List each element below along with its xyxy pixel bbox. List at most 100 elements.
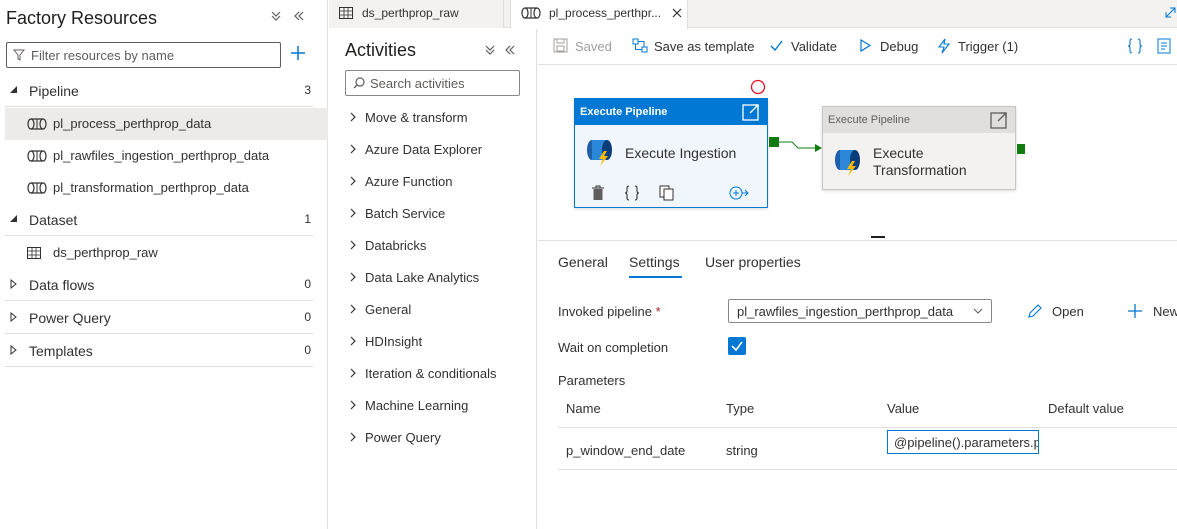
tab-user-properties[interactable]: User properties <box>705 254 801 270</box>
pipeline-toolbar: Saved Save as template Validate Debug Tr… <box>538 29 1177 65</box>
tab-label: pl_process_perthpr... <box>549 6 662 20</box>
copy-icon[interactable] <box>659 185 674 201</box>
checkmark-icon <box>769 38 784 53</box>
tab-settings[interactable]: Settings <box>629 254 680 270</box>
column-header-default-value: Default value <box>1048 401 1124 416</box>
resource-label: ds_perthprop_raw <box>53 245 158 260</box>
invoked-pipeline-dropdown[interactable]: pl_rawfiles_ingestion_perthprop_data <box>728 299 992 323</box>
activity-name-line1: Execute <box>873 145 924 161</box>
resize-handle[interactable] <box>871 236 885 238</box>
code-braces-icon[interactable] <box>1127 38 1143 54</box>
activity-node-execute-transformation[interactable]: Execute Pipeline Execute Transformation <box>822 106 1016 190</box>
code-braces-icon[interactable] <box>624 185 640 201</box>
close-tab-icon[interactable] <box>672 8 682 18</box>
chevron-right-icon <box>349 175 357 187</box>
saved-button[interactable]: Saved <box>553 29 628 63</box>
invoked-pipeline-label: Invoked pipeline * <box>558 304 661 319</box>
add-resource-icon[interactable] <box>289 44 307 62</box>
minimize-pane-icon[interactable] <box>293 10 305 22</box>
minimize-pane-icon[interactable] <box>504 44 516 56</box>
validate-button[interactable]: Validate <box>769 29 844 63</box>
section-pipeline[interactable]: Pipeline 3 <box>5 75 313 107</box>
activity-group-label: Azure Function <box>365 174 453 189</box>
activity-group-label: Azure Data Explorer <box>365 142 483 157</box>
chevron-right-icon <box>349 431 357 443</box>
activity-name: Execute Ingestion <box>625 145 737 161</box>
pipeline-icon <box>27 150 47 162</box>
pipeline-icon <box>27 118 47 130</box>
resource-item-pipeline[interactable]: pl_transformation_perthprop_data <box>5 172 328 204</box>
open-pipeline-button[interactable]: Open <box>1027 302 1087 322</box>
resource-label: pl_process_perthprop_data <box>53 116 212 131</box>
parameters-table-header: Name Type Value Default value <box>558 390 1177 428</box>
save-as-template-button[interactable]: Save as template <box>632 29 757 63</box>
section-dataset[interactable]: Dataset 1 <box>5 204 313 236</box>
chevron-right-icon <box>349 367 357 379</box>
search-icon <box>353 77 365 89</box>
trigger-button[interactable]: Trigger (1) <box>936 29 1026 63</box>
activity-group[interactable]: Data Lake Analytics <box>345 264 531 292</box>
resource-item-dataset[interactable]: ds_perthprop_raw <box>5 237 328 269</box>
activity-group[interactable]: Power Query <box>345 424 531 452</box>
activity-group[interactable]: Machine Learning <box>345 392 531 420</box>
caret-expanded-icon <box>9 214 19 224</box>
open-external-icon[interactable] <box>742 103 760 121</box>
debug-button[interactable]: Debug <box>858 29 928 63</box>
activity-group[interactable]: General <box>345 296 531 324</box>
activity-group-label: Databricks <box>365 238 427 253</box>
tab-general[interactable]: General <box>558 254 608 270</box>
collapse-all-icon[interactable] <box>270 10 282 22</box>
tab-pl-process[interactable]: pl_process_perthpr... <box>510 0 688 29</box>
section-data-flows[interactable]: Data flows 0 <box>5 269 313 301</box>
activity-group[interactable]: Azure Function <box>345 168 531 196</box>
invoked-pipeline-label-text: Invoked pipeline <box>558 304 652 319</box>
filter-resources-input[interactable]: Filter resources by name <box>6 42 281 68</box>
activity-group[interactable]: Move & transform <box>345 104 531 132</box>
activity-group[interactable]: Azure Data Explorer <box>345 136 531 164</box>
chevron-right-icon <box>349 303 357 315</box>
parameter-value-input[interactable]: @pipeline().parameters.p_ <box>887 430 1039 454</box>
activity-group-label: Iteration & conditionals <box>365 366 497 381</box>
tab-ds-perthprop-raw[interactable]: ds_perthprop_raw <box>329 0 504 28</box>
filter-placeholder: Filter resources by name <box>31 48 175 63</box>
section-label: Power Query <box>29 310 111 326</box>
expand-icon[interactable] <box>1165 7 1176 18</box>
activity-type-label: Execute Pipeline <box>580 106 668 118</box>
pipeline-canvas[interactable]: Execute Pipeline Execute Ingestion Execu… <box>538 66 1177 239</box>
activities-pane: Activities Search activities Move & tran… <box>329 29 537 529</box>
wait-on-completion-checkbox[interactable] <box>728 337 746 355</box>
table-row[interactable]: p_window_end_date string <box>558 428 1177 470</box>
section-label: Dataset <box>29 212 78 228</box>
parameter-type: string <box>726 443 758 458</box>
caret-collapsed-icon <box>9 345 19 355</box>
activity-group[interactable]: Iteration & conditionals <box>345 360 531 388</box>
editor-tab-bar: ds_perthprop_raw pl_process_perthpr... <box>329 0 1177 29</box>
debug-label: Debug <box>880 39 919 54</box>
success-output-handle[interactable] <box>1017 144 1025 154</box>
search-activities-input[interactable]: Search activities <box>345 70 520 96</box>
open-external-icon[interactable] <box>990 111 1008 129</box>
table-icon <box>27 247 41 259</box>
section-power-query[interactable]: Power Query 0 <box>5 302 313 334</box>
caret-expanded-icon <box>9 85 19 95</box>
activity-group[interactable]: Databricks <box>345 232 531 260</box>
chevron-right-icon <box>349 207 357 219</box>
activity-group[interactable]: Batch Service <box>345 200 531 228</box>
open-label: Open <box>1052 304 1084 319</box>
parameters-label: Parameters <box>558 373 626 388</box>
resource-item-pipeline[interactable]: pl_process_perthprop_data <box>5 108 328 140</box>
resource-item-pipeline[interactable]: pl_rawfiles_ingestion_perthprop_data <box>5 140 328 172</box>
activity-group[interactable]: HDInsight <box>345 328 531 356</box>
activity-node-execute-ingestion[interactable]: Execute Pipeline Execute Ingestion <box>574 98 768 208</box>
add-output-icon[interactable] <box>728 185 750 201</box>
collapse-all-icon[interactable] <box>484 44 496 56</box>
new-pipeline-button[interactable]: New <box>1127 302 1177 322</box>
delete-icon[interactable] <box>591 185 605 201</box>
section-templates[interactable]: Templates 0 <box>5 335 313 367</box>
properties-icon[interactable] <box>1157 38 1173 54</box>
pipeline-icon <box>27 182 47 194</box>
pencil-icon <box>1027 303 1043 319</box>
properties-panel: General Settings User properties Invoked… <box>538 240 1177 529</box>
activity-group-label: Data Lake Analytics <box>365 270 480 285</box>
chevron-right-icon <box>349 239 357 251</box>
